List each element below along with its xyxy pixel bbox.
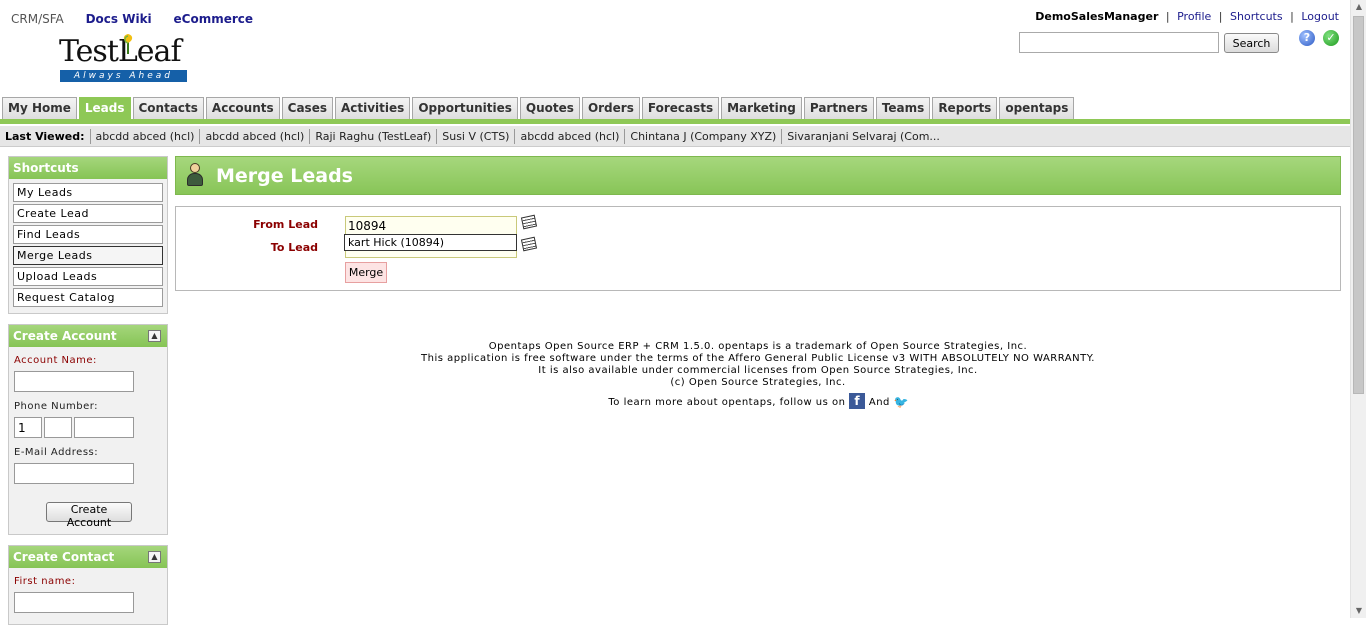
collapse-icon[interactable]: ▲	[148, 551, 161, 563]
help-icon[interactable]: ?	[1299, 30, 1315, 46]
page-header: Merge Leads	[175, 156, 1341, 195]
twitter-icon[interactable]: 🐦	[894, 395, 909, 409]
tab-activities[interactable]: Activities	[334, 97, 411, 119]
scrollbar-thumb[interactable]	[1353, 16, 1364, 394]
last-viewed-item[interactable]: abcdd abced (hcl)	[91, 128, 201, 144]
create-account-panel: Create Account ▲ Account Name: Phone Num…	[8, 324, 168, 535]
tab-marketing[interactable]: Marketing	[721, 97, 802, 119]
email-address-label: E-Mail Address:	[14, 447, 99, 458]
tab-orders[interactable]: Orders	[581, 97, 640, 119]
person-icon	[186, 163, 204, 187]
collapse-icon[interactable]: ▲	[148, 330, 161, 342]
phone-area-code-field[interactable]	[44, 417, 72, 438]
create-account-title: Create Account	[13, 329, 117, 343]
last-viewed-item[interactable]: Raji Raghu (TestLeaf)	[310, 128, 438, 144]
create-contact-panel: Create Contact ▲ First name:	[8, 545, 168, 625]
create-account-button[interactable]: Create Account	[46, 502, 132, 529]
scroll-up-icon[interactable]: ▲	[1351, 0, 1366, 14]
create-contact-title: Create Contact	[13, 550, 115, 564]
user-bar: DemoSalesManager | Profile | Shortcuts |…	[1035, 10, 1339, 23]
tab-cases[interactable]: Cases	[281, 97, 333, 119]
shortcut-create-lead[interactable]: Create Lead	[13, 204, 163, 223]
leaf-icon	[123, 34, 133, 54]
footer-social: To learn more about opentaps, follow us …	[175, 393, 1341, 409]
page-title: Merge Leads	[216, 165, 353, 187]
last-viewed-label: Last Viewed:	[0, 128, 91, 144]
testleaf-logo[interactable]: TestLeaf Always Ahead	[59, 34, 187, 84]
footer-line: It is also available under commercial li…	[538, 365, 978, 376]
first-name-label: First name:	[14, 576, 76, 587]
create-account-header: Create Account ▲	[9, 325, 167, 347]
shortcuts-link[interactable]: Shortcuts	[1230, 10, 1283, 23]
footer-line: This application is free software under …	[421, 353, 1095, 364]
to-lead-label: To Lead	[270, 241, 318, 254]
tab-leads[interactable]: Leads	[78, 97, 131, 119]
separator: |	[1290, 10, 1294, 23]
last-viewed-item[interactable]: Chintana J (Company XYZ)	[625, 128, 783, 144]
username: DemoSalesManager	[1035, 10, 1159, 23]
tab-my-home[interactable]: My Home	[2, 97, 77, 119]
tab-opentaps[interactable]: opentaps	[999, 97, 1075, 119]
autocomplete-suggestion[interactable]: kart Hick (10894)	[344, 234, 517, 251]
shortcut-merge-leads[interactable]: Merge Leads	[13, 246, 163, 265]
separator: |	[1165, 10, 1170, 23]
last-viewed-item[interactable]: Susi V (CTS)	[437, 128, 516, 144]
merge-button[interactable]: Merge	[345, 262, 387, 283]
and-text: And	[868, 397, 890, 408]
last-viewed-bar: Last Viewed: abcdd abced (hcl) abcdd abc…	[0, 126, 1350, 147]
last-viewed-item[interactable]: abcdd abced (hcl)	[515, 128, 626, 144]
footer: Opentaps Open Source ERP + CRM 1.5.0. op…	[175, 341, 1341, 409]
scroll-down-icon[interactable]: ▼	[1351, 604, 1366, 618]
app-docs-wiki[interactable]: Docs Wiki	[86, 12, 152, 26]
app-crm-sfa[interactable]: CRM/SFA	[11, 12, 64, 26]
last-viewed-item[interactable]: abcdd abced (hcl)	[200, 128, 311, 144]
tab-reports[interactable]: Reports	[932, 97, 998, 119]
last-viewed-item[interactable]: Sivaranjani Selvaraj (Com...	[782, 129, 945, 144]
from-lead-input[interactable]	[345, 216, 517, 236]
shortcuts-header: Shortcuts	[9, 157, 167, 179]
first-name-field[interactable]	[14, 592, 134, 613]
tab-underline	[0, 119, 1350, 124]
to-lead-lookup-icon[interactable]	[520, 236, 538, 252]
phone-country-code-field[interactable]	[14, 417, 42, 438]
phone-number-field[interactable]	[74, 417, 134, 438]
separator: |	[1218, 10, 1223, 23]
app-links: CRM/SFA Docs Wiki eCommerce	[11, 12, 271, 26]
shortcuts-list: My Leads Create Lead Find Leads Merge Le…	[13, 183, 167, 307]
tab-teams[interactable]: Teams	[875, 97, 931, 119]
facebook-icon[interactable]: f	[849, 393, 866, 409]
shortcut-upload-leads[interactable]: Upload Leads	[13, 267, 163, 286]
tab-accounts[interactable]: Accounts	[205, 97, 280, 119]
search-input[interactable]	[1019, 32, 1219, 53]
tab-quotes[interactable]: Quotes	[519, 97, 580, 119]
phone-number-label: Phone Number:	[14, 401, 99, 412]
merge-leads-form: From Lead To Lead kart Hick (10894) Merg…	[175, 206, 1341, 291]
scrollbar[interactable]: ▲ ▼	[1350, 0, 1366, 618]
footer-line: Opentaps Open Source ERP + CRM 1.5.0. op…	[488, 341, 1028, 352]
profile-link[interactable]: Profile	[1177, 10, 1211, 23]
logo-tagline: Always Ahead	[60, 70, 187, 82]
from-lead-label: From Lead	[253, 218, 318, 231]
account-name-label: Account Name:	[14, 355, 97, 366]
account-name-field[interactable]	[14, 371, 134, 392]
footer-line: (c) Open Source Strategies, Inc.	[670, 377, 846, 388]
tab-opportunities[interactable]: Opportunities	[412, 97, 518, 119]
tab-partners[interactable]: Partners	[803, 97, 874, 119]
shortcuts-panel: Shortcuts My Leads Create Lead Find Lead…	[8, 156, 168, 314]
main-tabs: My Home Leads Contacts Accounts Cases Ac…	[2, 97, 1076, 119]
shortcut-request-catalog[interactable]: Request Catalog	[13, 288, 163, 307]
tab-contacts[interactable]: Contacts	[132, 97, 204, 119]
create-contact-header: Create Contact ▲	[9, 546, 167, 568]
logo-wordmark: TestLeaf	[59, 34, 182, 69]
search-button[interactable]: Search	[1224, 33, 1279, 53]
checkmark-icon[interactable]: ✓	[1323, 30, 1339, 46]
shortcut-find-leads[interactable]: Find Leads	[13, 225, 163, 244]
email-field[interactable]	[14, 463, 134, 484]
follow-text: To learn more about opentaps, follow us …	[608, 397, 846, 408]
logout-link[interactable]: Logout	[1301, 10, 1339, 23]
app-ecommerce[interactable]: eCommerce	[174, 12, 254, 26]
tab-forecasts[interactable]: Forecasts	[641, 97, 720, 119]
from-lead-lookup-icon[interactable]	[520, 214, 538, 230]
shortcut-my-leads[interactable]: My Leads	[13, 183, 163, 202]
